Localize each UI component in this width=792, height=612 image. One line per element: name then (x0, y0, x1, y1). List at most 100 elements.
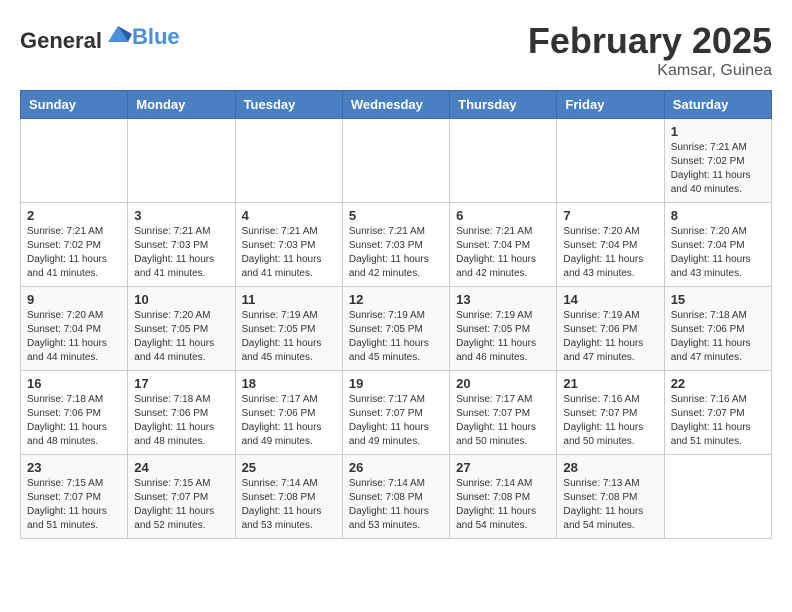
calendar-cell: 11Sunrise: 7:19 AM Sunset: 7:05 PM Dayli… (235, 287, 342, 371)
day-info: Sunrise: 7:21 AM Sunset: 7:03 PM Dayligh… (134, 225, 228, 281)
day-info: Sunrise: 7:15 AM Sunset: 7:07 PM Dayligh… (27, 477, 121, 533)
day-number: 28 (563, 460, 657, 475)
calendar-cell: 10 Sunrise: 7:20 AM Sunset: 7:05 PM Dayli… (128, 287, 235, 371)
calendar-week-4: 16 Sunrise: 7:18 AM Sunset: 7:06 PM Dayli… (21, 371, 772, 455)
calendar-cell: 3 Sunrise: 7:21 AM Sunset: 7:03 PM Daylig… (128, 203, 235, 287)
calendar-cell (235, 119, 342, 203)
day-number: 12 (349, 292, 443, 307)
day-info: Sunrise: 7:13 AM Sunset: 7:08 PM Dayligh… (563, 477, 657, 533)
calendar-cell: 17 Sunrise: 7:18 AM Sunset: 7:06 PM Dayli… (128, 371, 235, 455)
day-info: Sunrise: 7:20 AM Sunset: 7:05 PM Dayligh… (134, 309, 228, 365)
calendar-cell (450, 119, 557, 203)
calendar-cell (664, 455, 771, 539)
day-info: Sunrise: 7:21 AM Sunset: 7:04 PM Dayligh… (456, 225, 550, 281)
calendar-week-3: 9 Sunrise: 7:20 AM Sunset: 7:04 PM Daylig… (21, 287, 772, 371)
calendar-cell: 12 Sunrise: 7:19 AM Sunset: 7:05 PM Dayli… (342, 287, 449, 371)
day-info: Sunrise: 7:17 AM Sunset: 7:07 PM Dayligh… (456, 393, 550, 449)
day-info: Sunrise: 7:17 AM Sunset: 7:06 PM Dayligh… (242, 393, 336, 449)
calendar-cell: 25 Sunrise: 7:14 AM Sunset: 7:08 PM Dayli… (235, 455, 342, 539)
weekday-header-tuesday: Tuesday (235, 91, 342, 119)
calendar-cell: 7Sunrise: 7:20 AM Sunset: 7:04 PM Daylig… (557, 203, 664, 287)
day-number: 23 (27, 460, 121, 475)
calendar-cell: 9 Sunrise: 7:20 AM Sunset: 7:04 PM Daylig… (21, 287, 128, 371)
calendar-cell: 5Sunrise: 7:21 AM Sunset: 7:03 PM Daylig… (342, 203, 449, 287)
day-info: Sunrise: 7:14 AM Sunset: 7:08 PM Dayligh… (242, 477, 336, 533)
weekday-header-wednesday: Wednesday (342, 91, 449, 119)
day-info: Sunrise: 7:21 AM Sunset: 7:02 PM Dayligh… (671, 141, 765, 197)
calendar-cell: 22 Sunrise: 7:16 AM Sunset: 7:07 PM Dayli… (664, 371, 771, 455)
day-number: 16 (27, 376, 121, 391)
logo-blue: Blue (132, 24, 180, 49)
calendar-cell: 8 Sunrise: 7:20 AM Sunset: 7:04 PM Daylig… (664, 203, 771, 287)
weekday-header-monday: Monday (128, 91, 235, 119)
weekday-header-friday: Friday (557, 91, 664, 119)
day-info: Sunrise: 7:17 AM Sunset: 7:07 PM Dayligh… (349, 393, 443, 449)
calendar-cell: 28 Sunrise: 7:13 AM Sunset: 7:08 PM Dayli… (557, 455, 664, 539)
calendar-cell: 19 Sunrise: 7:17 AM Sunset: 7:07 PM Dayli… (342, 371, 449, 455)
location-title: Kamsar, Guinea (528, 62, 772, 80)
page-header: General Blue February 2025 Kamsar, Guine… (20, 20, 772, 80)
calendar-cell: 20 Sunrise: 7:17 AM Sunset: 7:07 PM Dayli… (450, 371, 557, 455)
day-info: Sunrise: 7:16 AM Sunset: 7:07 PM Dayligh… (563, 393, 657, 449)
logo-icon (104, 20, 132, 48)
calendar-cell: 26Sunrise: 7:14 AM Sunset: 7:08 PM Dayli… (342, 455, 449, 539)
day-info: Sunrise: 7:16 AM Sunset: 7:07 PM Dayligh… (671, 393, 765, 449)
day-number: 8 (671, 208, 765, 223)
calendar-cell (342, 119, 449, 203)
day-number: 13 (456, 292, 550, 307)
calendar-week-2: 2 Sunrise: 7:21 AM Sunset: 7:02 PM Daylig… (21, 203, 772, 287)
calendar-cell: 4Sunrise: 7:21 AM Sunset: 7:03 PM Daylig… (235, 203, 342, 287)
day-info: Sunrise: 7:21 AM Sunset: 7:03 PM Dayligh… (349, 225, 443, 281)
day-info: Sunrise: 7:20 AM Sunset: 7:04 PM Dayligh… (563, 225, 657, 281)
day-info: Sunrise: 7:18 AM Sunset: 7:06 PM Dayligh… (671, 309, 765, 365)
calendar-cell: 14Sunrise: 7:19 AM Sunset: 7:06 PM Dayli… (557, 287, 664, 371)
title-block: February 2025 Kamsar, Guinea (528, 20, 772, 80)
weekday-header-saturday: Saturday (664, 91, 771, 119)
day-number: 25 (242, 460, 336, 475)
calendar-cell: 21 Sunrise: 7:16 AM Sunset: 7:07 PM Dayli… (557, 371, 664, 455)
calendar-week-5: 23 Sunrise: 7:15 AM Sunset: 7:07 PM Dayli… (21, 455, 772, 539)
calendar-week-1: 1 Sunrise: 7:21 AM Sunset: 7:02 PM Daylig… (21, 119, 772, 203)
weekday-header-thursday: Thursday (450, 91, 557, 119)
day-number: 27 (456, 460, 550, 475)
day-number: 22 (671, 376, 765, 391)
day-number: 1 (671, 124, 765, 139)
logo-general: General (20, 28, 102, 53)
calendar-cell (557, 119, 664, 203)
day-info: Sunrise: 7:14 AM Sunset: 7:08 PM Dayligh… (456, 477, 550, 533)
calendar-cell: 18Sunrise: 7:17 AM Sunset: 7:06 PM Dayli… (235, 371, 342, 455)
day-number: 6 (456, 208, 550, 223)
month-title: February 2025 (528, 20, 772, 62)
day-info: Sunrise: 7:19 AM Sunset: 7:05 PM Dayligh… (349, 309, 443, 365)
day-info: Sunrise: 7:19 AM Sunset: 7:06 PM Dayligh… (563, 309, 657, 365)
day-info: Sunrise: 7:21 AM Sunset: 7:03 PM Dayligh… (242, 225, 336, 281)
day-info: Sunrise: 7:21 AM Sunset: 7:02 PM Dayligh… (27, 225, 121, 281)
calendar-cell: 1 Sunrise: 7:21 AM Sunset: 7:02 PM Daylig… (664, 119, 771, 203)
weekday-header-row: SundayMondayTuesdayWednesdayThursdayFrid… (21, 91, 772, 119)
day-number: 3 (134, 208, 228, 223)
day-number: 19 (349, 376, 443, 391)
day-number: 9 (27, 292, 121, 307)
day-number: 26 (349, 460, 443, 475)
calendar-table: SundayMondayTuesdayWednesdayThursdayFrid… (20, 90, 772, 539)
day-number: 17 (134, 376, 228, 391)
day-info: Sunrise: 7:20 AM Sunset: 7:04 PM Dayligh… (27, 309, 121, 365)
day-number: 11 (242, 292, 336, 307)
day-number: 24 (134, 460, 228, 475)
day-number: 15 (671, 292, 765, 307)
calendar-cell: 23 Sunrise: 7:15 AM Sunset: 7:07 PM Dayli… (21, 455, 128, 539)
day-info: Sunrise: 7:18 AM Sunset: 7:06 PM Dayligh… (134, 393, 228, 449)
day-info: Sunrise: 7:18 AM Sunset: 7:06 PM Dayligh… (27, 393, 121, 449)
day-info: Sunrise: 7:20 AM Sunset: 7:04 PM Dayligh… (671, 225, 765, 281)
calendar-cell (128, 119, 235, 203)
calendar-cell: 16 Sunrise: 7:18 AM Sunset: 7:06 PM Dayli… (21, 371, 128, 455)
calendar-cell: 27 Sunrise: 7:14 AM Sunset: 7:08 PM Dayli… (450, 455, 557, 539)
calendar-cell: 15 Sunrise: 7:18 AM Sunset: 7:06 PM Dayli… (664, 287, 771, 371)
day-info: Sunrise: 7:15 AM Sunset: 7:07 PM Dayligh… (134, 477, 228, 533)
day-number: 2 (27, 208, 121, 223)
day-number: 21 (563, 376, 657, 391)
logo: General Blue (20, 20, 180, 54)
day-number: 20 (456, 376, 550, 391)
calendar-cell: 6 Sunrise: 7:21 AM Sunset: 7:04 PM Daylig… (450, 203, 557, 287)
day-number: 10 (134, 292, 228, 307)
